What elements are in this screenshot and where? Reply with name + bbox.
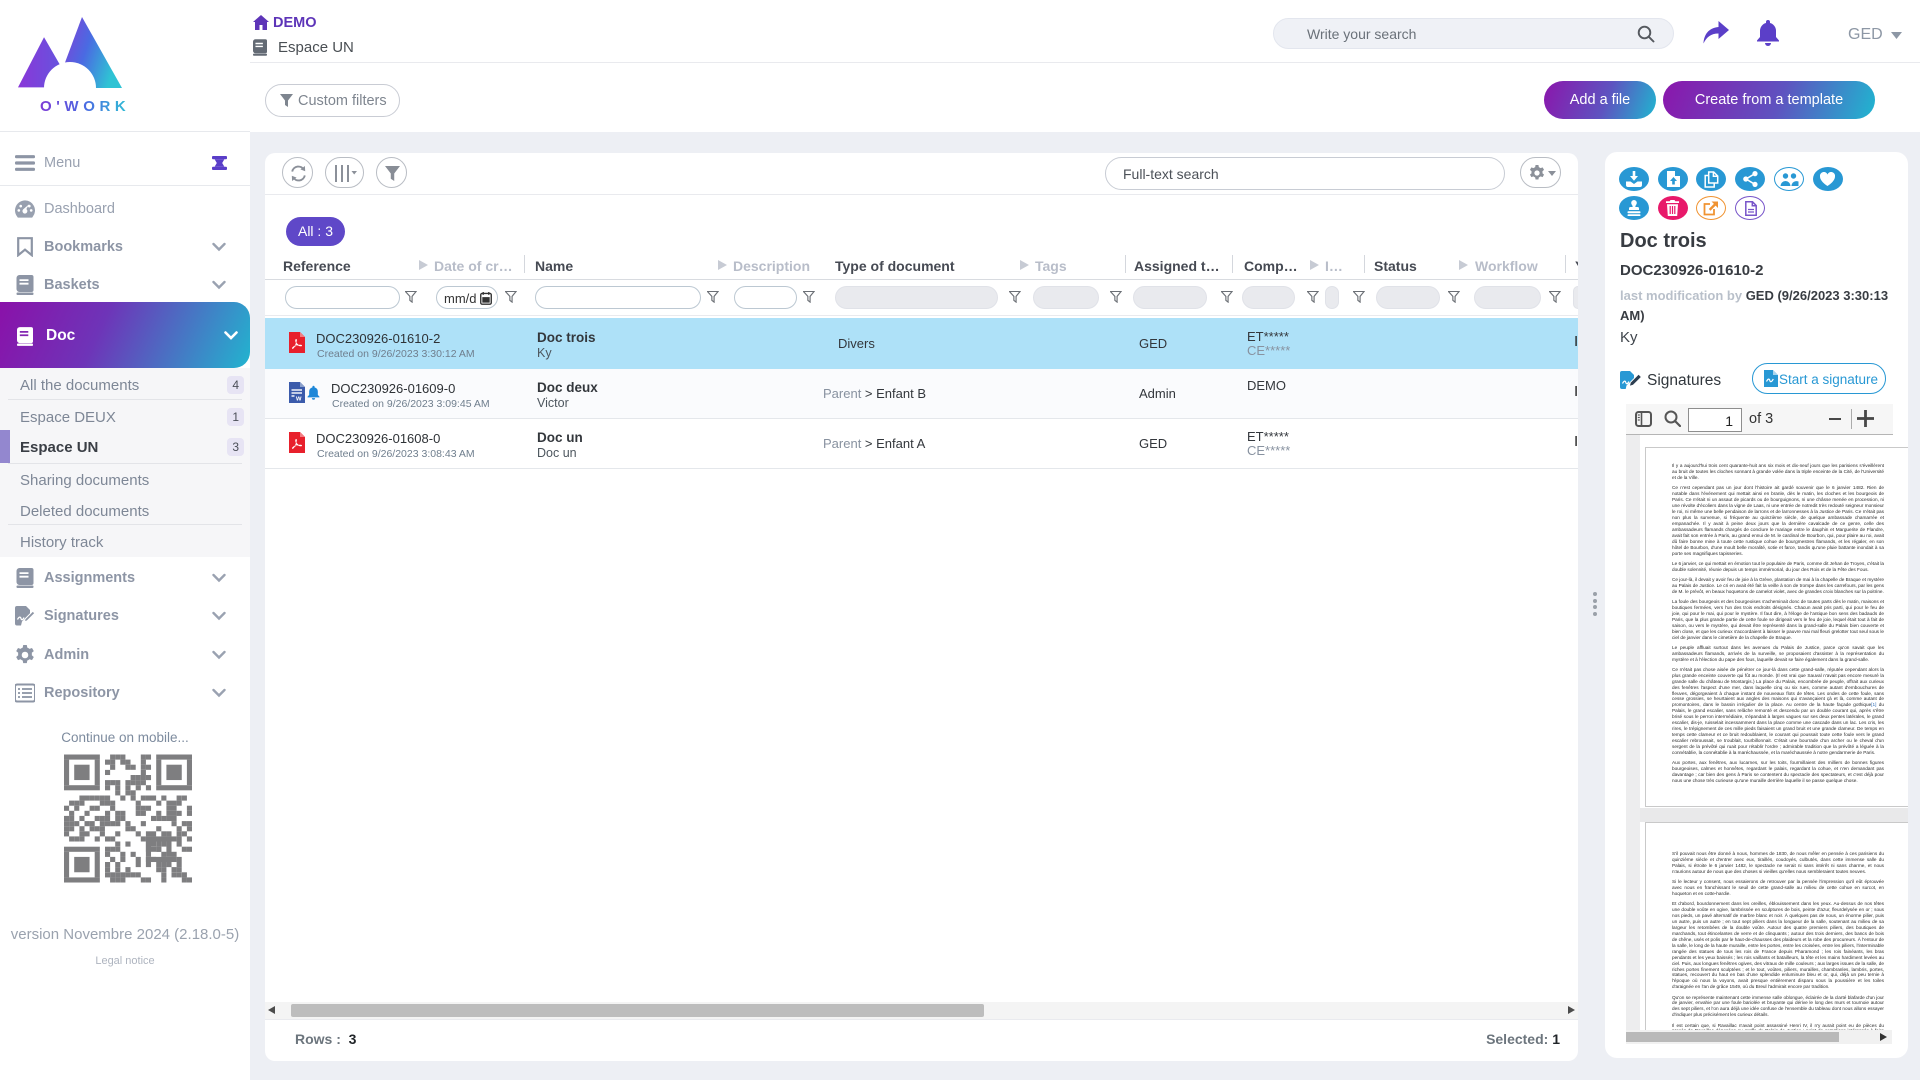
svg-text:O'WORK: O'WORK	[40, 98, 128, 114]
svg-text:w: w	[295, 396, 302, 403]
